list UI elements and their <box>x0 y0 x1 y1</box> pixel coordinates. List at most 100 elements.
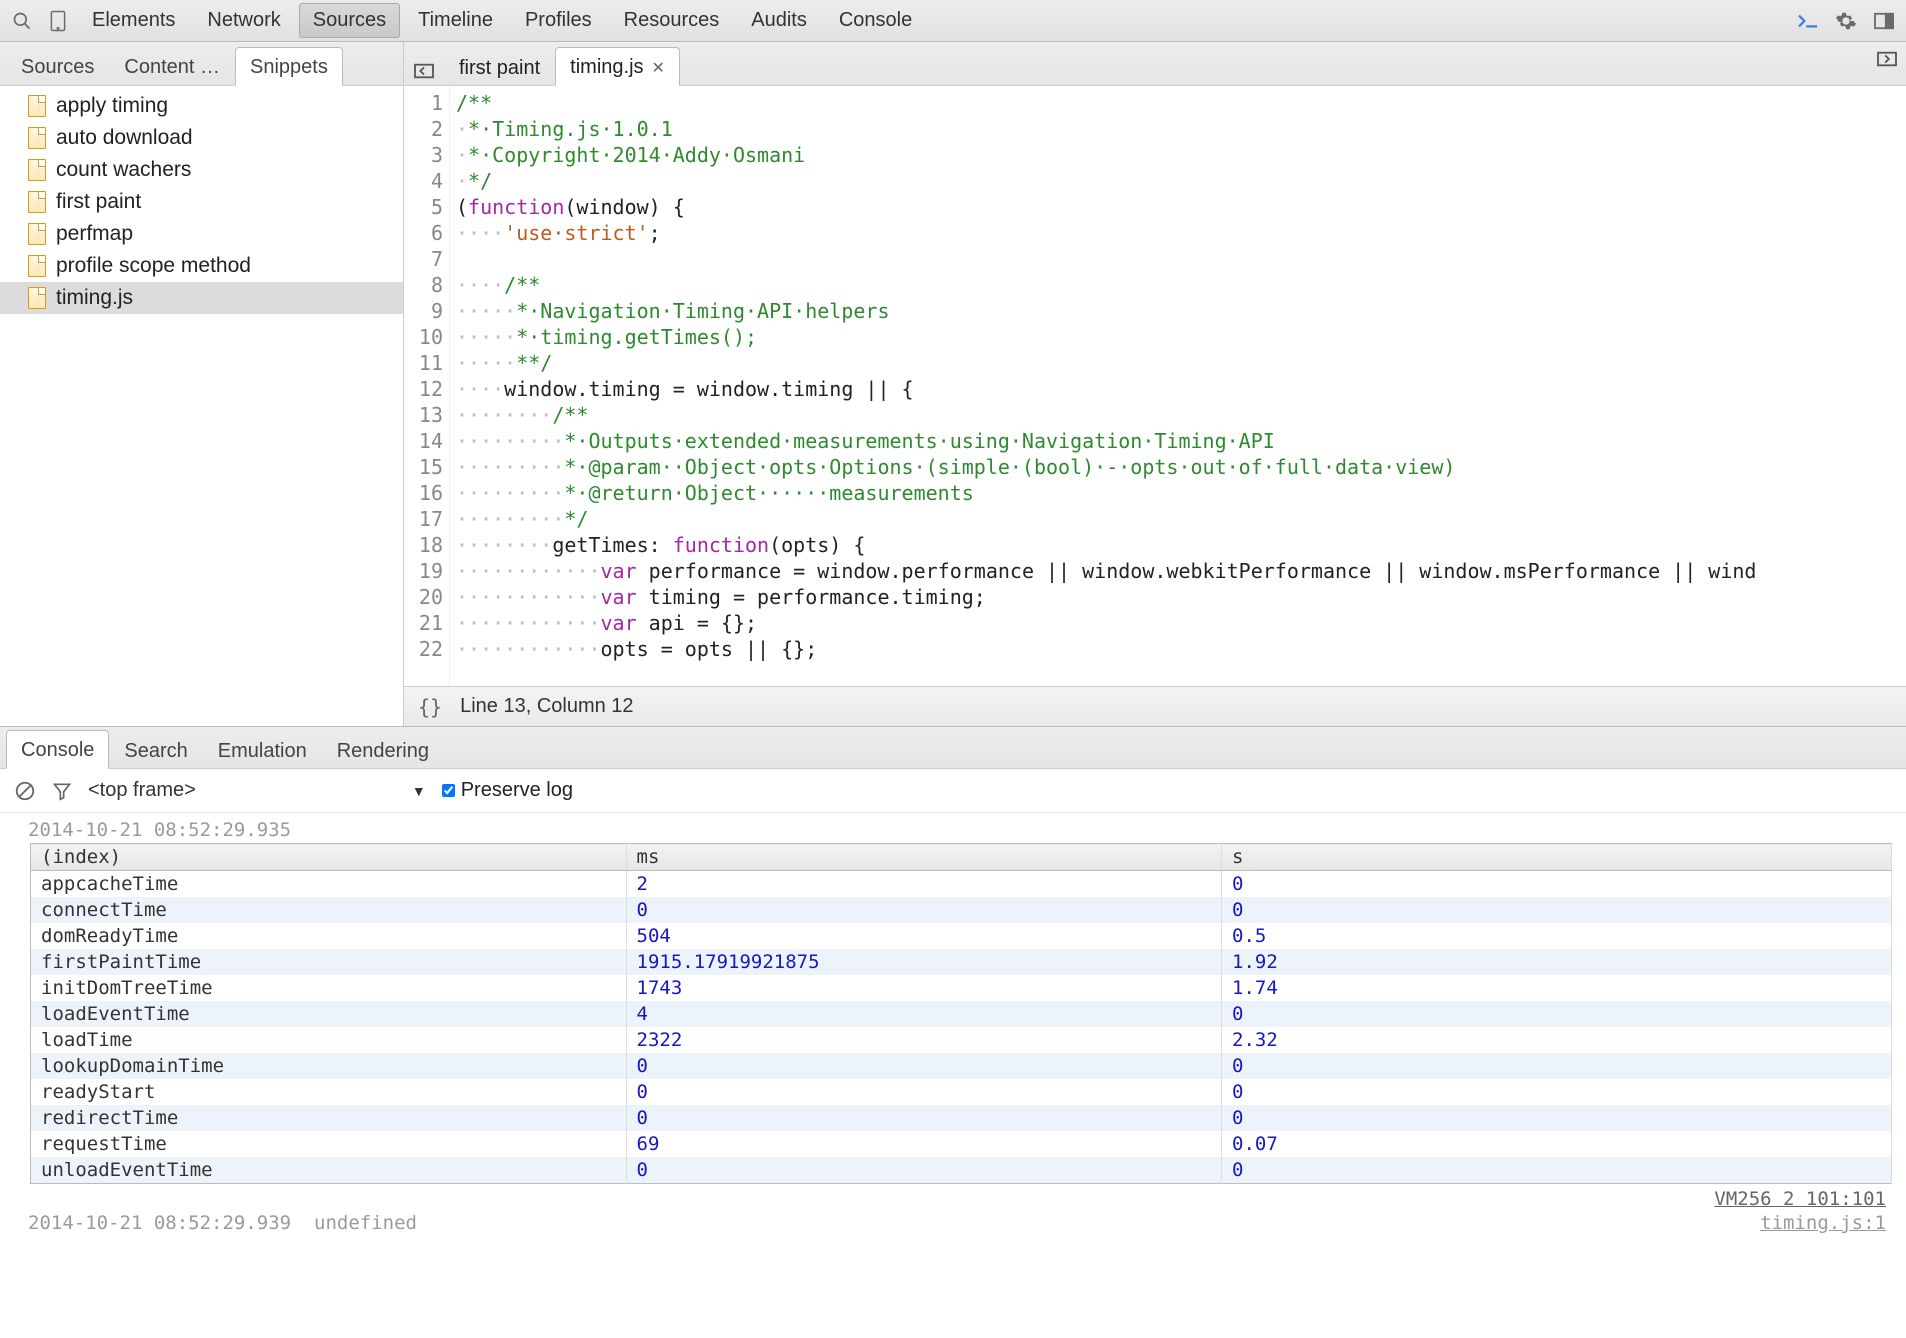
console-source-link[interactable]: timing.js:1 <box>1760 1212 1886 1234</box>
pretty-print-icon[interactable]: {} <box>418 695 442 719</box>
code-line[interactable]: ·········*·@return·Object······measureme… <box>456 480 1906 506</box>
settings-gear-icon[interactable] <box>1830 5 1862 37</box>
code-line[interactable]: ·····*·Navigation·Timing·API·helpers <box>456 298 1906 324</box>
editor-tab-label: timing.js <box>570 56 643 79</box>
code-line[interactable]: ············var api = {}; <box>456 610 1906 636</box>
table-header[interactable]: ms <box>626 844 1222 871</box>
table-cell-s: 2.32 <box>1222 1027 1892 1053</box>
clear-console-icon[interactable] <box>14 780 36 802</box>
table-row: unloadEventTime00 <box>31 1157 1892 1184</box>
toggle-drawer-icon[interactable] <box>1792 5 1824 37</box>
snippet-item[interactable]: auto download <box>0 122 403 154</box>
code-line[interactable]: ·········*·Outputs·extended·measurements… <box>456 428 1906 454</box>
devtools-tab-console[interactable]: Console <box>825 3 926 38</box>
code-line[interactable]: ····window.timing = window.timing || { <box>456 376 1906 402</box>
code-line[interactable]: ········/** <box>456 402 1906 428</box>
code-line[interactable]: ············var timing = performance.tim… <box>456 584 1906 610</box>
snippet-item[interactable]: perfmap <box>0 218 403 250</box>
code-line[interactable]: ············opts = opts || {}; <box>456 636 1906 662</box>
frame-selector[interactable]: <top frame> ▼ <box>88 779 426 802</box>
table-cell-index: initDomTreeTime <box>31 975 627 1001</box>
console-table: (index)mss appcacheTime20connectTime00do… <box>30 843 1892 1184</box>
code-line[interactable]: /** <box>456 90 1906 116</box>
snippet-item[interactable]: timing.js <box>0 282 403 314</box>
console-body[interactable]: 2014-10-21 08:52:29.935 (index)mss appca… <box>0 813 1906 1338</box>
table-cell-ms: 2 <box>626 871 1222 898</box>
console-timestamp: 2014-10-21 08:52:29.935 <box>0 817 1906 843</box>
console-undefined: undefined <box>314 1212 417 1234</box>
devtools-tab-network[interactable]: Network <box>193 3 294 38</box>
code-line[interactable]: ····'use·strict'; <box>456 220 1906 246</box>
code-line[interactable]: ····/** <box>456 272 1906 298</box>
snippet-item[interactable]: first paint <box>0 186 403 218</box>
table-cell-index: readyStart <box>31 1079 627 1105</box>
code-line[interactable]: ·····**/ <box>456 350 1906 376</box>
table-cell-index: loadTime <box>31 1027 627 1053</box>
devtools-tab-sources[interactable]: Sources <box>299 3 400 38</box>
console-source-link[interactable]: VM256 2 101:101 <box>0 1184 1906 1210</box>
drawer-tab-rendering[interactable]: Rendering <box>322 731 444 769</box>
devtools-tabbar: ElementsNetworkSourcesTimelineProfilesRe… <box>0 0 1906 42</box>
code-area[interactable]: 12345678910111213141516171819202122 /**·… <box>404 86 1906 686</box>
drawer-tab-search[interactable]: Search <box>109 731 202 769</box>
preserve-log-checkbox[interactable]: Preserve log <box>442 779 573 802</box>
table-header-row: (index)mss <box>31 844 1892 871</box>
close-icon[interactable]: ✕ <box>652 58 665 78</box>
snippet-label: timing.js <box>56 286 133 310</box>
table-cell-ms: 4 <box>626 1001 1222 1027</box>
devtools-tab-elements[interactable]: Elements <box>78 3 189 38</box>
code-line[interactable]: ············var performance = window.per… <box>456 558 1906 584</box>
devtools-tab-resources[interactable]: Resources <box>610 3 734 38</box>
nav-back-icon[interactable] <box>410 57 438 85</box>
code-line[interactable] <box>456 246 1906 272</box>
device-icon[interactable] <box>42 5 74 37</box>
table-cell-s: 1.92 <box>1222 949 1892 975</box>
table-cell-index: appcacheTime <box>31 871 627 898</box>
sidebar-tab[interactable]: Snippets <box>235 47 343 86</box>
drawer-tab-console[interactable]: Console <box>6 730 109 769</box>
show-more-icon[interactable] <box>1876 50 1898 68</box>
preserve-log-input[interactable] <box>442 784 455 797</box>
code-line[interactable]: ········getTimes: function(opts) { <box>456 532 1906 558</box>
table-cell-s: 1.74 <box>1222 975 1892 1001</box>
search-icon[interactable] <box>6 5 38 37</box>
dock-icon[interactable] <box>1868 5 1900 37</box>
devtools-tab-profiles[interactable]: Profiles <box>511 3 606 38</box>
chevron-down-icon: ▼ <box>412 783 426 799</box>
code-line[interactable]: ·········*·@param··Object·opts·Options·(… <box>456 454 1906 480</box>
code-lines[interactable]: /**·*·Timing.js·1.0.1·*·Copyright·2014·A… <box>450 86 1906 686</box>
snippet-label: first paint <box>56 190 141 214</box>
table-header[interactable]: s <box>1222 844 1892 871</box>
code-line[interactable]: ·*·Timing.js·1.0.1 <box>456 116 1906 142</box>
snippet-file-icon <box>28 255 46 277</box>
table-header[interactable]: (index) <box>31 844 627 871</box>
snippet-label: apply timing <box>56 94 168 118</box>
snippet-label: perfmap <box>56 222 133 246</box>
snippet-item[interactable]: count wachers <box>0 154 403 186</box>
snippet-item[interactable]: apply timing <box>0 90 403 122</box>
editor-status-bar: {} Line 13, Column 12 <box>404 686 1906 726</box>
sidebar-tab[interactable]: Content … <box>109 47 235 85</box>
devtools-tab-audits[interactable]: Audits <box>737 3 821 38</box>
code-line[interactable]: (function(window) { <box>456 194 1906 220</box>
main-split: apply timing auto downloadcount wachers fi… <box>0 86 1906 726</box>
editor-tab[interactable]: timing.js ✕ <box>555 47 680 86</box>
table-cell-s: 0 <box>1222 1105 1892 1131</box>
drawer-tab-emulation[interactable]: Emulation <box>203 731 322 769</box>
table-cell-ms: 2322 <box>626 1027 1222 1053</box>
sidebar-tab[interactable]: Sources <box>6 47 109 85</box>
table-row: loadEventTime40 <box>31 1001 1892 1027</box>
drawer-tabs: ConsoleSearchEmulationRendering <box>0 727 1906 769</box>
editor-tab[interactable]: first paint <box>444 47 555 86</box>
code-line[interactable]: ·····*·timing.getTimes(); <box>456 324 1906 350</box>
code-line[interactable]: ·*/ <box>456 168 1906 194</box>
filter-icon[interactable] <box>52 781 72 801</box>
code-line[interactable]: ·········*/ <box>456 506 1906 532</box>
table-row: domReadyTime5040.5 <box>31 923 1892 949</box>
table-cell-ms: 1743 <box>626 975 1222 1001</box>
sidebar-tabs: SourcesContent …Snippets <box>0 42 404 85</box>
devtools-root: ElementsNetworkSourcesTimelineProfilesRe… <box>0 0 1906 1338</box>
snippet-item[interactable]: profile scope method <box>0 250 403 282</box>
devtools-tab-timeline[interactable]: Timeline <box>404 3 507 38</box>
code-line[interactable]: ·*·Copyright·2014·Addy·Osmani <box>456 142 1906 168</box>
